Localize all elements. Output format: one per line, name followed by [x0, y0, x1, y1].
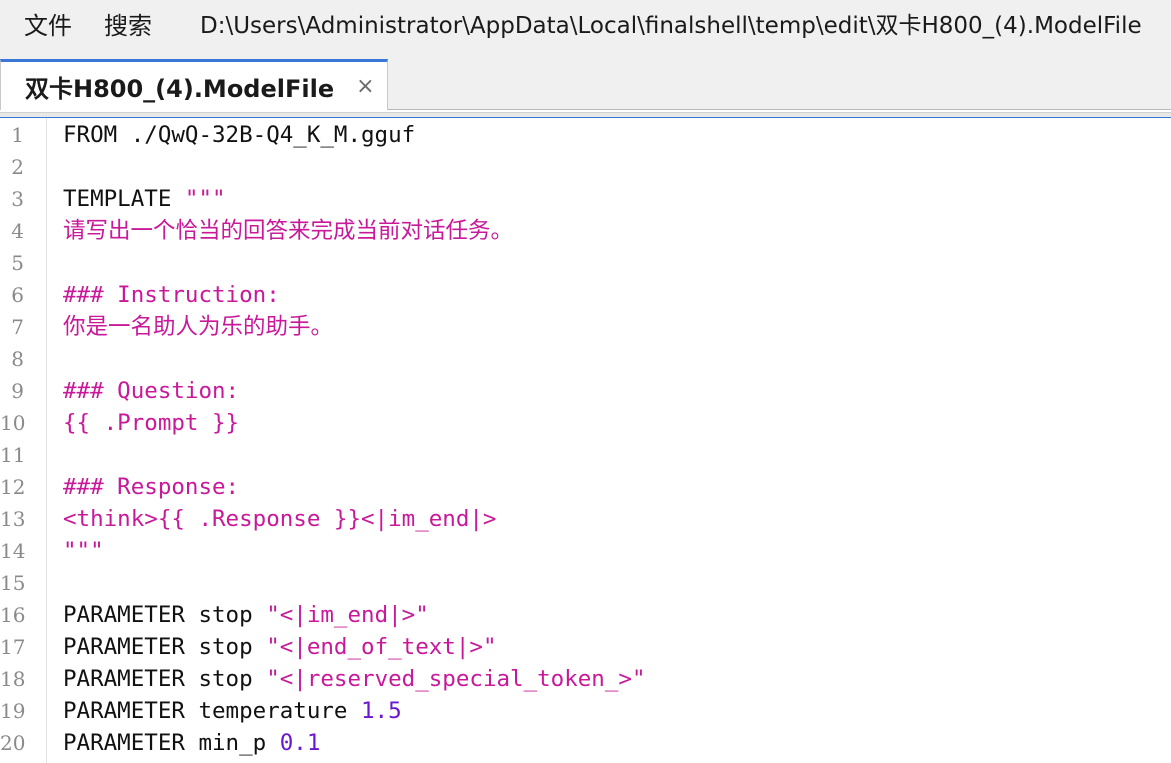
line-number: 8	[11, 347, 24, 371]
line-text: PARAMETER stop "<|reserved_special_token…	[63, 663, 646, 695]
menu-search[interactable]: 搜索	[72, 6, 152, 41]
line-number: 12	[0, 475, 26, 499]
line-number: 2	[11, 155, 24, 179]
code-line[interactable]: 6 ### Instruction:	[0, 279, 1171, 311]
line-number: 9	[11, 379, 24, 403]
code-token: FROM ./QwQ-32B-Q4_K_M.gguf	[63, 122, 416, 148]
close-icon[interactable]: ×	[356, 74, 374, 99]
code-token: TEMPLATE	[63, 186, 185, 212]
line-text: FROM ./QwQ-32B-Q4_K_M.gguf	[63, 119, 415, 151]
code-line[interactable]: 9 ### Question:	[0, 375, 1171, 407]
code-line[interactable]: 4 请写出一个恰当的回答来完成当前对话任务。	[0, 215, 1171, 247]
line-text: ### Instruction:	[63, 279, 280, 311]
line-number: 14	[0, 539, 26, 563]
code-line[interactable]: 2	[0, 151, 1171, 183]
line-text: <think>{{ .Response }}<|im_end|>	[63, 503, 496, 535]
code-editor[interactable]: 1 FROM ./QwQ-32B-Q4_K_M.gguf 2 3 TEMPLATE ""…	[0, 118, 1171, 763]
tab-strip: 双卡H800_(4).ModelFile ×	[0, 46, 1171, 110]
menu-bar: 文件 搜索 D:\Users\Administrator\AppData\Loc…	[0, 0, 1171, 46]
line-text: {{ .Prompt }}	[63, 407, 239, 439]
code-token: ### Instruction:	[63, 282, 280, 308]
code-token: """	[63, 538, 104, 564]
menu-file[interactable]: 文件	[0, 6, 72, 41]
line-text: PARAMETER temperature 1.5	[63, 695, 402, 727]
code-token: "<|end_of_text|>"	[266, 634, 497, 660]
line-number: 11	[0, 443, 26, 467]
line-number: 17	[0, 635, 26, 659]
code-token: "<|im_end|>"	[266, 602, 429, 628]
line-number: 13	[0, 507, 26, 531]
line-number: 19	[0, 699, 26, 723]
code-line[interactable]: 3 TEMPLATE """	[0, 183, 1171, 215]
tab-divider	[388, 109, 1171, 110]
line-number: 4	[11, 219, 24, 243]
line-number: 10	[0, 411, 26, 435]
tab-title: 双卡H800_(4).ModelFile	[25, 74, 335, 103]
line-number: 1	[11, 123, 24, 147]
code-token: ### Question:	[63, 378, 240, 404]
line-number: 6	[11, 283, 24, 307]
line-text: 请写出一个恰当的回答来完成当前对话任务。	[63, 215, 513, 247]
code-token: "<|reserved_special_token_>"	[266, 666, 646, 692]
code-line[interactable]: 8	[0, 343, 1171, 375]
code-line[interactable]: 15	[0, 567, 1171, 599]
line-number: 3	[11, 187, 24, 211]
code-line[interactable]: 1 FROM ./QwQ-32B-Q4_K_M.gguf	[0, 119, 1171, 151]
code-token: """	[184, 186, 226, 212]
code-line[interactable]: 11	[0, 439, 1171, 471]
code-token: PARAMETER stop	[63, 666, 267, 692]
line-text: ### Response:	[63, 471, 239, 503]
line-number: 5	[11, 251, 24, 275]
code-token: <think>{{ .Response }}<|im_end|>	[63, 506, 497, 532]
code-token: {{ .Prompt }}	[63, 410, 240, 436]
line-number: 15	[0, 571, 26, 595]
code-token: PARAMETER stop	[63, 602, 267, 628]
line-number: 7	[11, 315, 24, 339]
code-line[interactable]: 10 {{ .Prompt }}	[0, 407, 1171, 439]
code-line[interactable]: 14 """	[0, 535, 1171, 567]
code-line[interactable]: 16 PARAMETER stop "<|im_end|>"	[0, 599, 1171, 631]
code-token: 0.1	[279, 730, 321, 756]
code-line[interactable]: 20 PARAMETER min_p 0.1	[0, 727, 1171, 759]
code-token: 请写出一个恰当的回答来完成当前对话任务。	[63, 218, 514, 244]
line-text: PARAMETER stop "<|im_end|>"	[63, 599, 429, 631]
line-text: PARAMETER stop "<|end_of_text|>"	[63, 631, 497, 663]
line-text: ### Question:	[63, 375, 239, 407]
line-text: """	[63, 535, 104, 567]
file-path: D:\Users\Administrator\AppData\Local\fin…	[200, 13, 1142, 39]
line-text: TEMPLATE """	[63, 183, 226, 215]
code-token: 你是一名助人为乐的助手。	[63, 314, 334, 340]
code-line[interactable]: 19 PARAMETER temperature 1.5	[0, 695, 1171, 727]
code-token: PARAMETER min_p	[63, 730, 280, 756]
code-line[interactable]: 7 你是一名助人为乐的助手。	[0, 311, 1171, 343]
code-token: ### Response:	[63, 474, 240, 500]
code-token: PARAMETER stop	[63, 634, 267, 660]
line-number: 16	[0, 603, 26, 627]
line-number: 18	[0, 667, 26, 691]
line-text: 你是一名助人为乐的助手。	[63, 311, 333, 343]
code-line[interactable]: 5	[0, 247, 1171, 279]
code-line[interactable]: 17 PARAMETER stop "<|end_of_text|>"	[0, 631, 1171, 663]
code-line[interactable]: 18 PARAMETER stop "<|reserved_special_tok…	[0, 663, 1171, 695]
tab-modelfile[interactable]: 双卡H800_(4).ModelFile ×	[0, 59, 388, 110]
code-line[interactable]: 13 <think>{{ .Response }}<|im_end|>	[0, 503, 1171, 535]
code-token: 1.5	[361, 698, 402, 724]
line-text: PARAMETER min_p 0.1	[63, 727, 320, 759]
line-number: 20	[0, 731, 26, 755]
code-token: PARAMETER temperature	[63, 698, 362, 724]
code-line[interactable]: 12 ### Response:	[0, 471, 1171, 503]
